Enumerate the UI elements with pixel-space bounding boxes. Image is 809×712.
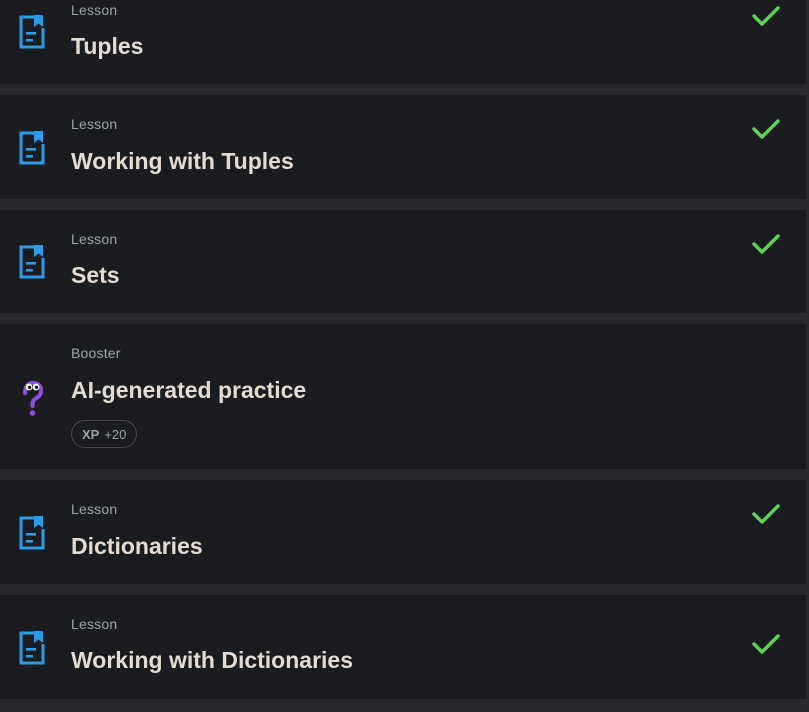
item-kind-label: Lesson: [71, 116, 118, 132]
completed-check-icon: [752, 6, 780, 26]
item-title[interactable]: Working with Tuples: [71, 147, 294, 175]
lesson-document-icon: [19, 516, 45, 550]
completed-check-icon: [752, 119, 780, 139]
item-title[interactable]: Dictionaries: [71, 532, 203, 560]
lesson-card-dictionaries[interactable]: Lesson Dictionaries: [0, 480, 806, 584]
lesson-list: Lesson Tuples Lesson Working with Tuples…: [0, 0, 809, 712]
item-title[interactable]: Working with Dictionaries: [71, 646, 353, 674]
item-kind-label: Lesson: [71, 501, 118, 517]
completed-check-icon: [752, 234, 780, 254]
lesson-document-icon: [19, 631, 45, 665]
item-title[interactable]: AI-generated practice: [71, 376, 306, 404]
lesson-document-icon: [19, 131, 45, 165]
item-kind-label: Lesson: [71, 616, 118, 632]
lesson-card-tuples[interactable]: Lesson Tuples: [0, 0, 806, 84]
lesson-document-icon: [19, 245, 45, 279]
xp-reward-badge: XP +20: [71, 420, 138, 448]
item-kind-label: Lesson: [71, 2, 118, 18]
lesson-card-sets[interactable]: Lesson Sets: [0, 210, 806, 313]
item-title[interactable]: Sets: [71, 261, 120, 289]
booster-card-ai-practice[interactable]: Booster AI-generated practice XP +20: [0, 324, 806, 469]
item-kind-label: Booster: [71, 345, 121, 361]
question-mascot-icon: [22, 380, 44, 416]
lesson-card-working-with-tuples[interactable]: Lesson Working with Tuples: [0, 95, 806, 199]
item-kind-label: Lesson: [71, 231, 118, 247]
lesson-card-working-with-dictionaries[interactable]: Lesson Working with Dictionaries: [0, 595, 806, 699]
xp-label: XP: [82, 426, 100, 442]
completed-check-icon: [752, 504, 780, 524]
xp-value: +20: [104, 426, 127, 442]
completed-check-icon: [752, 634, 780, 654]
lesson-document-icon: [19, 15, 45, 49]
item-title[interactable]: Tuples: [71, 32, 143, 60]
